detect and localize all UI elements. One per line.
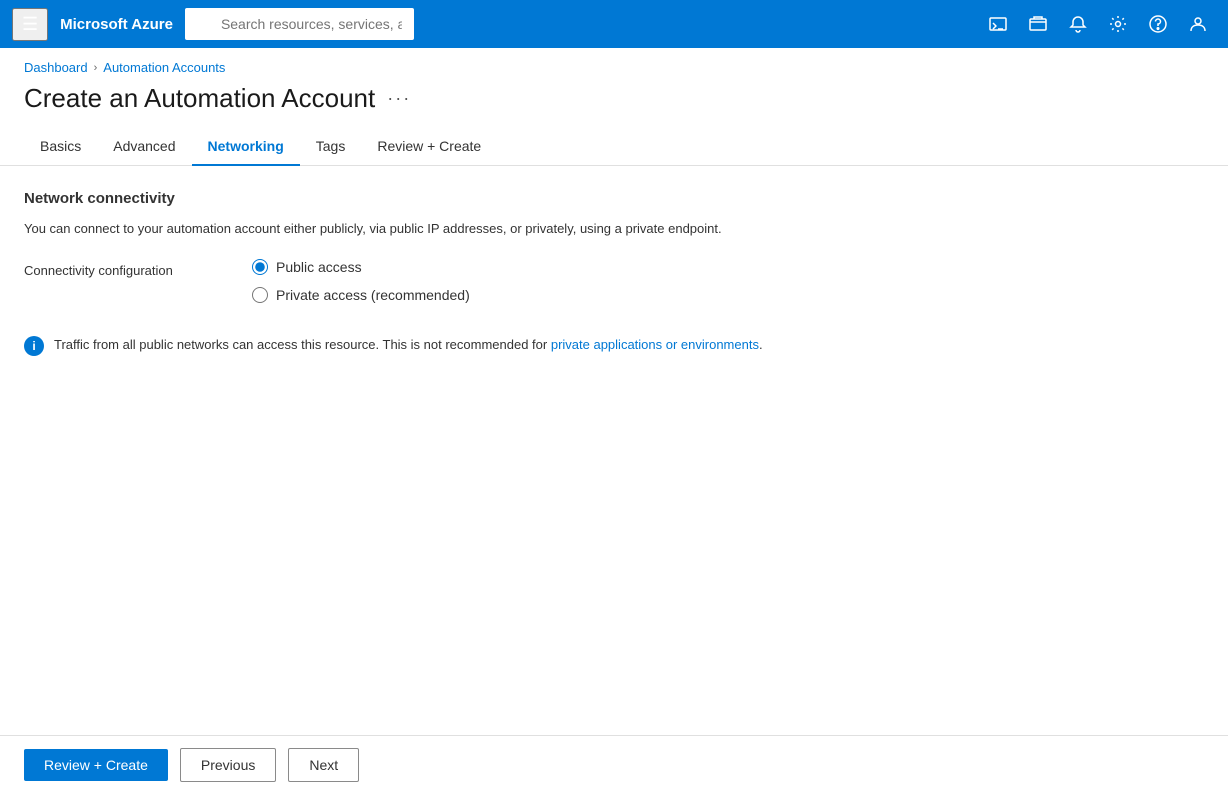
radio-private-access[interactable]: Private access (recommended) [252,287,470,303]
next-button[interactable]: Next [288,748,359,782]
breadcrumb-dashboard[interactable]: Dashboard [24,60,88,75]
breadcrumb-sep-1: › [94,62,98,74]
page-title: Create an Automation Account [24,83,375,114]
radio-private-label: Private access (recommended) [276,287,470,303]
header: ☰ Microsoft Azure 🔍 [0,0,1228,48]
tab-networking[interactable]: Networking [192,130,300,166]
connectivity-label: Connectivity configuration [24,259,204,278]
tabs: Basics Advanced Networking Tags Review +… [0,130,1228,166]
previous-button[interactable]: Previous [180,748,276,782]
cloud-shell-icon[interactable] [980,6,1016,42]
info-link[interactable]: private applications or environments [551,337,759,352]
hamburger-icon[interactable]: ☰ [12,8,48,41]
radio-group: Public access Private access (recommende… [252,259,470,303]
footer: Review + Create Previous Next [0,735,1228,794]
breadcrumb: Dashboard › Automation Accounts [0,48,1228,79]
header-icons [980,6,1216,42]
search-input[interactable] [185,8,414,40]
section-desc: You can connect to your automation accou… [24,219,1204,239]
tab-tags[interactable]: Tags [300,130,362,166]
page-title-area: Create an Automation Account ··· [0,79,1228,130]
help-icon[interactable] [1140,6,1176,42]
page-menu-icon[interactable]: ··· [387,88,411,109]
directory-icon[interactable] [1020,6,1056,42]
section-title: Network connectivity [24,190,1204,207]
search-wrap: 🔍 [185,8,745,40]
main-content: Network connectivity You can connect to … [0,166,1228,392]
azure-logo: Microsoft Azure [60,16,173,33]
radio-private-input[interactable] [252,287,268,303]
info-icon: i [24,336,44,356]
info-box: i Traffic from all public networks can a… [24,323,784,368]
review-create-button[interactable]: Review + Create [24,749,168,781]
notification-icon[interactable] [1060,6,1096,42]
radio-public-access[interactable]: Public access [252,259,470,275]
radio-public-label: Public access [276,259,362,275]
tab-review-create[interactable]: Review + Create [361,130,497,166]
tab-advanced[interactable]: Advanced [97,130,191,166]
account-icon[interactable] [1180,6,1216,42]
tab-basics[interactable]: Basics [24,130,97,166]
info-text: Traffic from all public networks can acc… [54,335,763,355]
breadcrumb-automation-accounts[interactable]: Automation Accounts [103,60,225,75]
connectivity-config-row: Connectivity configuration Public access… [24,259,1204,303]
radio-public-input[interactable] [252,259,268,275]
settings-icon[interactable] [1100,6,1136,42]
